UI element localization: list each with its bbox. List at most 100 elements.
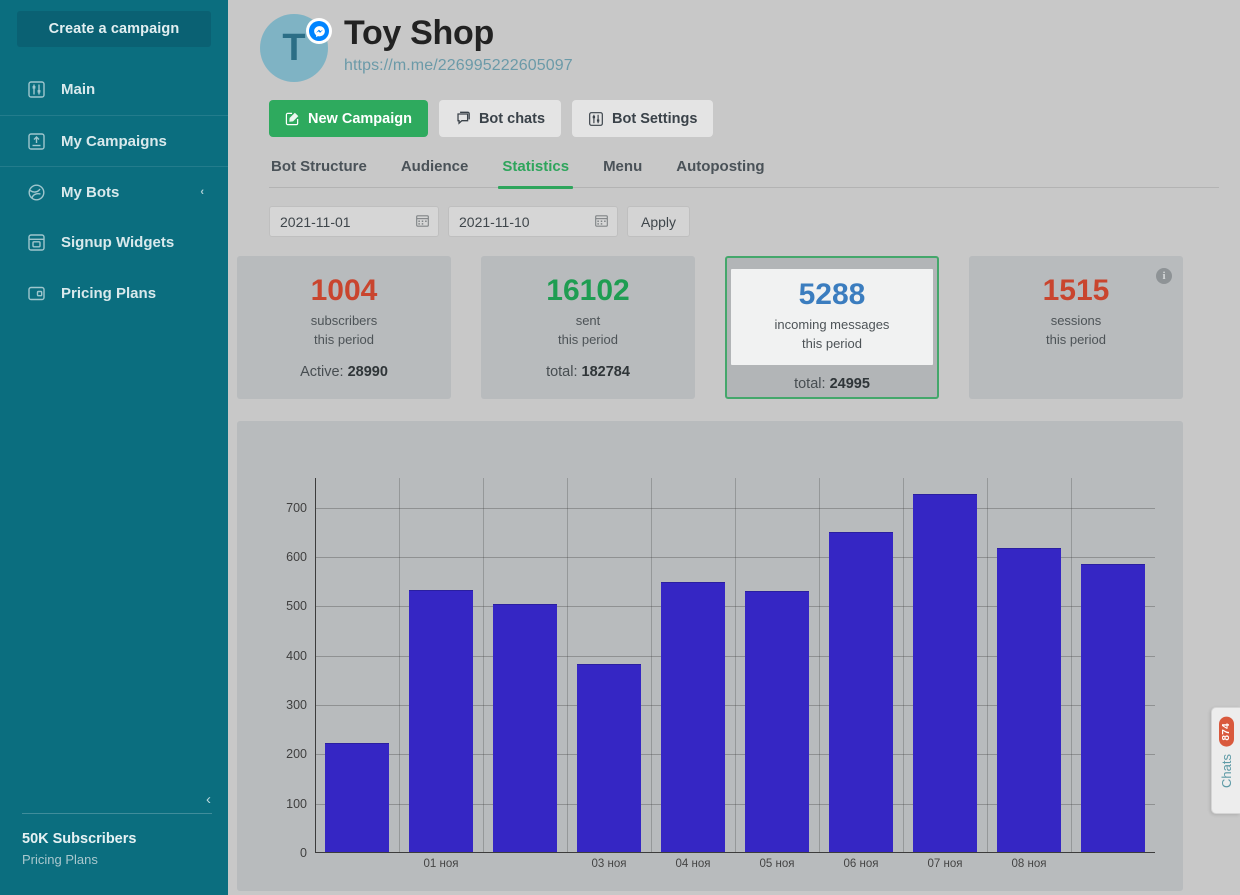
stat-total: Active: 28990 — [237, 364, 451, 380]
chart-bar[interactable] — [325, 743, 390, 852]
chart-bar[interactable] — [829, 532, 894, 852]
chart-y-tick-label: 300 — [286, 698, 307, 712]
chart-x-tick-label: 01 ноя — [424, 858, 459, 870]
sidebar-item-my-bots[interactable]: My Bots ‹ — [0, 166, 228, 217]
sidebar-collapse-button[interactable]: ‹ — [206, 791, 211, 808]
chart-y-tick-label: 100 — [286, 797, 307, 811]
chart-x-tick-label: 04 ноя — [676, 858, 711, 870]
date-filter-bar: 2021-11-01 2021-11 — [269, 206, 1240, 237]
stat-card-sessions[interactable]: i 1515 sessions this period — [969, 256, 1183, 399]
apply-button[interactable]: Apply — [627, 206, 690, 237]
stat-cards: 1004 subscribers this period Active: 289… — [237, 256, 1240, 399]
chart-bar-slot — [315, 478, 399, 852]
sidebar-item-label: Main — [61, 81, 95, 98]
chart-bar[interactable] — [997, 548, 1062, 852]
stat-label-line2: this period — [237, 331, 451, 350]
bot-settings-button[interactable]: Bot Settings — [572, 100, 713, 137]
pencil-square-icon — [285, 111, 300, 126]
stat-label-line1: incoming messages — [731, 316, 933, 335]
tab-audience[interactable]: Audience — [399, 158, 471, 187]
sidebar-item-label: My Bots — [61, 184, 119, 201]
info-icon[interactable]: i — [1156, 268, 1172, 284]
chart-bar-slot — [987, 478, 1071, 852]
stat-total-value: 24995 — [830, 376, 870, 392]
new-campaign-button[interactable]: New Campaign — [269, 100, 428, 137]
chart-y-tick-label: 600 — [286, 550, 307, 564]
chats-widget[interactable]: 874 Chats — [1211, 707, 1240, 814]
chart-bar-slot — [735, 478, 819, 852]
bot-chats-label: Bot chats — [479, 111, 545, 127]
chart-bar[interactable] — [1081, 564, 1146, 852]
create-campaign-button[interactable]: Create a campaign — [17, 11, 211, 47]
sidebar-item-my-campaigns[interactable]: My Campaigns — [0, 115, 228, 166]
chart-bar-slot — [399, 478, 483, 852]
chart-bar[interactable] — [577, 664, 642, 852]
stat-value: 5288 — [731, 279, 933, 311]
stat-label-line2: this period — [731, 335, 933, 354]
tab-menu[interactable]: Menu — [601, 158, 644, 187]
tab-bar: Bot Structure Audience Statistics Menu A… — [269, 158, 1219, 188]
footer-divider — [22, 813, 212, 814]
chart-x-tick-label: 03 ноя — [592, 858, 627, 870]
sidebar-item-label: Signup Widgets — [61, 234, 174, 251]
bot-settings-label: Bot Settings — [612, 111, 697, 127]
messenger-badge-icon — [306, 18, 332, 44]
chart-bar-slot — [903, 478, 987, 852]
chart-bar[interactable] — [745, 591, 810, 852]
stat-value: 1515 — [969, 275, 1183, 307]
new-campaign-label: New Campaign — [308, 111, 412, 127]
stat-total-value: 28990 — [348, 364, 388, 380]
chart-bar[interactable] — [493, 604, 558, 852]
chart-y-tick-label: 0 — [300, 846, 307, 860]
chart-bar[interactable] — [913, 494, 978, 852]
sidebar-item-label: Pricing Plans — [61, 285, 156, 302]
statistics-chart-panel: 0100200300400500600700 01 ноя03 ноя04 но… — [237, 421, 1183, 891]
app-root: Create a campaign Main — [0, 0, 1240, 895]
title-row: T Toy Shop https://m.me/226995222605097 — [260, 12, 1240, 82]
stat-total: total: 24995 — [727, 376, 937, 392]
globe-icon — [26, 182, 46, 202]
widget-icon — [26, 233, 46, 253]
calendar-icon[interactable] — [415, 213, 430, 231]
stat-total-prefix: Active: — [300, 364, 344, 380]
chart-bar[interactable] — [661, 582, 726, 852]
chart-bar[interactable] — [409, 590, 474, 853]
tab-autoposting[interactable]: Autoposting — [674, 158, 766, 187]
chats-unread-badge: 874 — [1219, 717, 1234, 747]
chart-bars — [315, 478, 1155, 852]
date-to-value: 2021-11-10 — [459, 214, 530, 230]
sidebar-item-signup-widgets[interactable]: Signup Widgets — [0, 217, 228, 268]
stat-card-highlight: 5288 incoming messages this period — [731, 269, 933, 365]
calendar-icon[interactable] — [594, 213, 609, 231]
stat-total-prefix: total: — [794, 376, 825, 392]
stat-label-line1: sessions — [969, 312, 1183, 331]
stat-card-subscribers[interactable]: 1004 subscribers this period Active: 289… — [237, 256, 451, 399]
page-header: T Toy Shop https://m.me/226995222605097 — [228, 0, 1240, 237]
sidebar-item-label: My Campaigns — [61, 133, 167, 150]
bot-chats-button[interactable]: Bot chats — [439, 100, 561, 137]
sidebar-item-main[interactable]: Main — [0, 64, 228, 115]
sidebar-footer: 50K Subscribers Pricing Plans — [22, 813, 212, 869]
sidebar: Create a campaign Main — [0, 0, 228, 895]
date-from-input[interactable]: 2021-11-01 — [269, 206, 439, 237]
tab-bot-structure[interactable]: Bot Structure — [269, 158, 369, 187]
page-title: Toy Shop — [344, 14, 573, 52]
stat-total-prefix: total: — [546, 364, 577, 380]
upload-box-icon — [26, 131, 46, 151]
sidebar-item-pricing-plans[interactable]: Pricing Plans — [0, 268, 228, 319]
date-to-input[interactable]: 2021-11-10 — [448, 206, 618, 237]
header-button-row: New Campaign Bot chats — [269, 100, 1240, 137]
stat-total: total: 182784 — [481, 364, 695, 380]
stat-card-sent[interactable]: 16102 sent this period total: 182784 — [481, 256, 695, 399]
stat-total-value: 182784 — [582, 364, 630, 380]
bot-url-link[interactable]: https://m.me/226995222605097 — [344, 57, 573, 75]
pricing-plans-link[interactable]: Pricing Plans — [22, 850, 212, 870]
card-icon — [26, 284, 46, 304]
sliders-icon — [588, 111, 604, 127]
stat-card-incoming-messages[interactable]: 5288 incoming messages this period total… — [725, 256, 939, 399]
tab-statistics[interactable]: Statistics — [500, 158, 571, 187]
chart-bar-slot — [483, 478, 567, 852]
stat-label-line2: this period — [481, 331, 695, 350]
chart-y-tick-label: 400 — [286, 649, 307, 663]
sidebar-nav: Main My Campaigns — [0, 64, 228, 319]
